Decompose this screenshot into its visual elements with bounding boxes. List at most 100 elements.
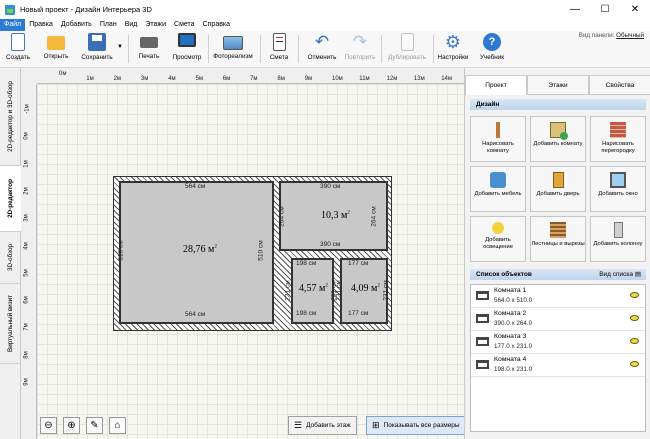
create-button[interactable]: Создать [4, 32, 32, 66]
menu-bar: Файл Правка Добавить План Вид Этажи Смет… [0, 19, 650, 31]
tab-properties[interactable]: Свойства [589, 75, 650, 95]
list-item[interactable]: Комната 1 564.0 x 510.0 [471, 285, 645, 308]
ruler-h-label: 7м [250, 76, 258, 82]
tab-3d-view[interactable]: 3D-обзор [0, 232, 21, 284]
add-window-button[interactable]: Добавить окно [590, 166, 646, 212]
panel-view-link[interactable]: Обычный [616, 32, 644, 39]
design-section-title: Дизайн [470, 99, 646, 110]
room-2-left-dim: 264 см [278, 206, 286, 227]
ruler-h-label: 13м [413, 76, 425, 82]
zoom-out-icon: ⊖ [44, 420, 53, 431]
add-furniture-button[interactable]: Добавить мебель [470, 166, 526, 212]
ruler-v-label: -1м [24, 104, 31, 114]
object-dims: 564.0 x 510.0 [494, 297, 533, 304]
tutorial-button[interactable]: ? Учебник [477, 32, 507, 66]
duplicate-button[interactable]: Дублировать [384, 32, 430, 66]
zoom-out-button[interactable]: ⊖ [40, 417, 57, 434]
object-name: Комната 3 [494, 333, 527, 340]
estimate-icon [272, 33, 286, 51]
monitor-icon [178, 33, 196, 47]
object-list: Комната 1 564.0 x 510.0 Комната 2 390.0 … [470, 284, 646, 432]
preview-button[interactable]: Просмотр [171, 32, 203, 66]
horizontal-ruler: 0м 1м 2м 3м 4м 5м 6м 7м 8м 9м 10м 11м 12м 13м 14м [37, 68, 464, 84]
open-label: Открыть [43, 53, 69, 60]
ruler-h-label: 3м [140, 76, 149, 82]
minimize-button[interactable]: — [560, 0, 590, 19]
add-floor-button[interactable]: ☰ Добавить этаж [288, 416, 357, 435]
tab-project[interactable]: Проект [465, 75, 527, 95]
draw-room-button[interactable]: Нарисовать комнату [470, 116, 526, 162]
list-item[interactable]: Комната 4 198.0 x 231.0 [471, 354, 645, 377]
room-3-bottom-dim: 198 см [296, 310, 317, 317]
tab-project-label: Проект [485, 82, 507, 89]
room-icon [476, 337, 489, 346]
add-room-button[interactable]: Добавить комнату [530, 116, 586, 162]
tab-virtual-visit[interactable]: Виртуальный визит [0, 284, 21, 364]
ruler-h-label: 10м [332, 76, 343, 82]
menu-floors[interactable]: Этажи [141, 19, 170, 31]
add-column-label: Добавить колонну [593, 241, 643, 247]
add-column-button[interactable]: Добавить колонну [590, 216, 646, 262]
tab-2d-editor[interactable]: 2D-редактор [0, 166, 21, 232]
add-door-button[interactable]: Добавить дверь [530, 166, 586, 212]
ruler-corner [21, 68, 37, 84]
visibility-eye-icon[interactable] [630, 338, 639, 344]
plan-canvas[interactable]: 564 см 564 см 510 см 510 см 28,76 м2 390… [37, 84, 464, 439]
maximize-button[interactable]: ☐ [590, 0, 620, 19]
ruler-h-label: 4м [168, 76, 176, 82]
stairs-button[interactable]: Лестницы и вырезы [530, 216, 586, 262]
draw-partition-button[interactable]: Нарисовать перегородку [590, 116, 646, 162]
settings-button[interactable]: ⚙ Настройки [435, 32, 471, 66]
measure-button[interactable]: ✎ [86, 417, 103, 434]
menu-file[interactable]: Файл [0, 19, 26, 31]
save-button[interactable]: Сохранить [79, 32, 115, 66]
estimate-label: Смета [269, 54, 289, 61]
tab-virtual-visit-label: Виртуальный визит [7, 295, 14, 352]
brick-wall-icon [610, 122, 626, 138]
area-superscript: 2 [347, 210, 350, 216]
save-dropdown-button[interactable]: ▼ [116, 32, 124, 66]
room-4-right-dim: 231 см [382, 280, 390, 301]
visibility-eye-icon[interactable] [630, 361, 639, 367]
photorealism-button[interactable]: Фотореализм [211, 32, 255, 66]
visibility-eye-icon[interactable] [630, 315, 639, 321]
list-view-toggle[interactable]: Вид списка ▤ [599, 269, 641, 280]
area-superscript: 2 [377, 283, 380, 289]
estimate-button[interactable]: Смета [266, 32, 292, 66]
menu-help[interactable]: Справка [199, 19, 234, 31]
print-button[interactable]: Печать [134, 32, 164, 66]
design-title: Дизайн [476, 101, 500, 108]
list-item[interactable]: Комната 3 177.0 x 231.0 [471, 331, 645, 354]
show-all-sizes-button[interactable]: ⊞ Показывать все размеры [366, 416, 466, 435]
duplicate-icon [400, 33, 414, 51]
menu-add[interactable]: Добавить [57, 19, 96, 31]
add-lighting-button[interactable]: Добавить освещение [470, 216, 526, 262]
menu-view[interactable]: Вид [121, 19, 142, 31]
window-title: Новый проект - Дизайн Интерьера 3D [20, 5, 152, 14]
undo-button[interactable]: ↶ Отменить [304, 32, 340, 66]
draw-partition-label: Нарисовать перегородку [601, 141, 635, 154]
menu-estimate[interactable]: Смета [170, 19, 199, 31]
list-item[interactable]: Комната 2 390.0 x 264.0 [471, 308, 645, 331]
open-button[interactable]: Открыть [40, 32, 72, 66]
zoom-in-button[interactable]: ⊕ [63, 417, 80, 434]
room-icon [476, 314, 489, 323]
tab-floors[interactable]: Этажи [527, 75, 589, 95]
room-icon [476, 360, 489, 369]
tab-2d-3d[interactable]: 2D-редактор и 3D-обзор [0, 68, 21, 166]
menu-edit[interactable]: Правка [25, 19, 57, 31]
ruler-v-label: 3м [23, 214, 30, 222]
menu-plan[interactable]: План [96, 19, 121, 31]
redo-button[interactable]: ↷ Повторить [342, 32, 378, 66]
ruler-v-label: 8м [23, 350, 30, 359]
close-button[interactable]: ✕ [620, 0, 650, 19]
panel-view-label: Вид панели: [578, 32, 615, 39]
photorealism-label: Фотореализм [213, 53, 253, 60]
home-view-button[interactable]: ⌂ [109, 417, 126, 434]
ruler-v-label: 4м [23, 241, 30, 250]
visibility-eye-icon[interactable] [630, 292, 639, 298]
ruler-v-label: 0м [23, 132, 30, 141]
door-icon [552, 172, 564, 188]
ruler-v-label: 7м [23, 323, 30, 332]
ruler-h-label: 12м [386, 76, 398, 82]
